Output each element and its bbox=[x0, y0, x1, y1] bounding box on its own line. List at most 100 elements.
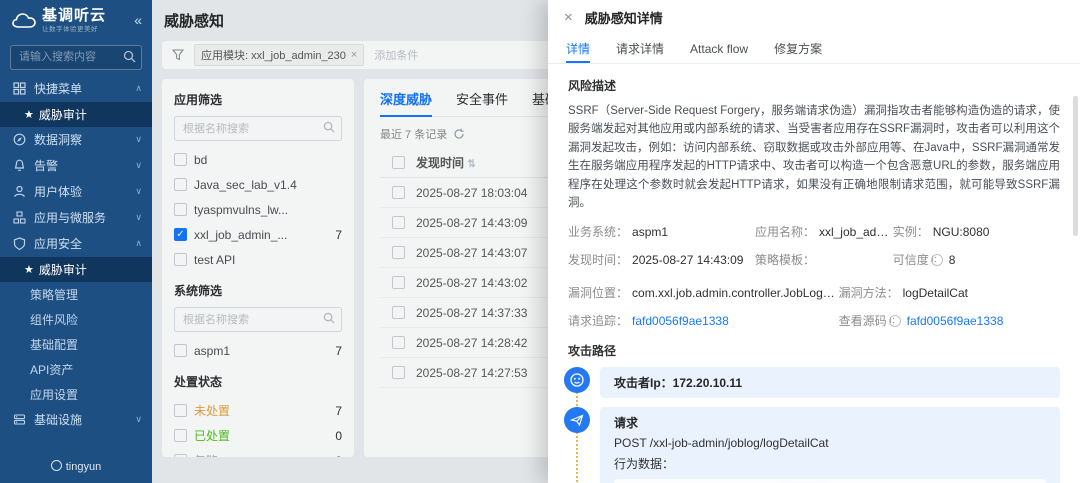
field-value: aspm1 bbox=[632, 225, 668, 239]
field-value: xxl_job_admin_230 bbox=[819, 225, 893, 239]
info-icon[interactable] bbox=[889, 315, 901, 327]
status-filter-item[interactable]: 已处置 0 bbox=[174, 423, 342, 448]
close-icon[interactable]: × bbox=[564, 9, 573, 26]
sidebar-collapse-icon[interactable]: « bbox=[134, 12, 142, 28]
behavior-code: executorAddress=http://ng████████&logId=… bbox=[614, 479, 1046, 483]
checkbox[interactable] bbox=[174, 454, 187, 457]
system-filter-item[interactable]: aspm1 7 bbox=[174, 338, 342, 363]
tingyun-logo-icon bbox=[51, 460, 62, 471]
tab-attack-flow[interactable]: Attack flow bbox=[690, 34, 748, 63]
row-checkbox[interactable] bbox=[392, 186, 405, 199]
attacker-icon bbox=[564, 367, 590, 393]
sort-icon[interactable]: ⇅ bbox=[467, 159, 475, 170]
app-filter-item-label: tyaspmvulns_lw... bbox=[194, 203, 288, 217]
status-ignored-label: 忽略 bbox=[194, 452, 218, 457]
app-filter-search bbox=[174, 116, 342, 141]
sidebar-item-api-assets[interactable]: API资产 bbox=[0, 357, 152, 382]
status-filter-item[interactable]: 未处置 7 bbox=[174, 398, 342, 423]
tab-deep-threat[interactable]: 深度威胁 bbox=[380, 89, 432, 108]
behavior-label: 行为数据： bbox=[614, 455, 1046, 472]
sidebar-item-quick-menu[interactable]: 快捷菜单 ∧ bbox=[0, 76, 152, 102]
tab-fix-plan[interactable]: 修复方案 bbox=[774, 34, 822, 63]
funnel-icon bbox=[172, 49, 184, 61]
sidebar-item-label: 数据洞察 bbox=[34, 131, 82, 148]
checkbox-checked[interactable]: ✓ bbox=[174, 228, 187, 241]
drawer-title: 威胁感知详情 bbox=[585, 8, 663, 27]
checkbox[interactable] bbox=[174, 178, 187, 191]
sidebar-item-label: 用户体验 bbox=[34, 183, 82, 200]
field-value: 8 bbox=[949, 253, 956, 267]
sidebar-item-component-risk[interactable]: 组件风险 bbox=[0, 307, 152, 332]
select-all-checkbox[interactable] bbox=[392, 156, 405, 169]
request-trace-link[interactable]: fafd0056f9ae1338 bbox=[632, 314, 729, 328]
system-filter-item-label: aspm1 bbox=[194, 344, 230, 358]
app-root: 基调听云 让数字体验更美好 « 快捷菜单 ∧ ★ 威胁审计 数据洞察 bbox=[0, 0, 1080, 483]
sidebar-item-policy-mgmt[interactable]: 策略管理 bbox=[0, 282, 152, 307]
app-filter-search-input[interactable] bbox=[174, 116, 342, 141]
sidebar-item-base-config[interactable]: 基础配置 bbox=[0, 332, 152, 357]
checkbox[interactable] bbox=[174, 404, 187, 417]
field-label: 漏洞方法： bbox=[839, 284, 899, 301]
remove-filter-icon[interactable]: × bbox=[351, 49, 357, 61]
field-label: 请求追踪： bbox=[568, 312, 628, 329]
sidebar-subitem-label: 组件风险 bbox=[30, 311, 78, 328]
attack-path-title: 攻击路径 bbox=[568, 342, 1060, 359]
sidebar-item-label: 告警 bbox=[34, 157, 58, 174]
status-handled-label: 已处置 bbox=[194, 427, 230, 444]
sidebar-item-label: 应用与微服务 bbox=[34, 209, 106, 226]
system-filter-title: 系统筛选 bbox=[174, 282, 342, 299]
sidebar-item-user-experience[interactable]: 用户体验 ∨ bbox=[0, 179, 152, 205]
sidebar-item-label: 快捷菜单 bbox=[34, 80, 82, 97]
row-checkbox[interactable] bbox=[392, 246, 405, 259]
info-icon[interactable] bbox=[931, 254, 943, 266]
app-filter-item[interactable]: test API bbox=[174, 247, 342, 272]
attack-path-timeline: 攻击者Ip：172.20.10.11 请求 POST /xxl-job-admi… bbox=[564, 367, 1060, 483]
app-filter-item[interactable]: bd bbox=[174, 147, 342, 172]
sidebar-item-app-security[interactable]: 应用安全 ∧ bbox=[0, 231, 152, 257]
sidebar-footer: tingyun bbox=[0, 452, 152, 483]
row-checkbox[interactable] bbox=[392, 216, 405, 229]
logo-text: 基调听云 让数字体验更美好 bbox=[42, 8, 106, 33]
sidebar-item-data-insight[interactable]: 数据洞察 ∨ bbox=[0, 127, 152, 153]
search-icon bbox=[323, 312, 335, 324]
add-condition-button[interactable]: 添加条件 bbox=[374, 47, 418, 63]
chevron-down-icon: ∨ bbox=[135, 160, 142, 171]
sidebar-item-alerts[interactable]: 告警 ∨ bbox=[0, 153, 152, 179]
app-filter-item-selected[interactable]: ✓ xxl_job_admin_... 7 bbox=[174, 222, 342, 247]
app-filter-item[interactable]: Java_sec_lab_v1.4 bbox=[174, 172, 342, 197]
row-checkbox[interactable] bbox=[392, 366, 405, 379]
timeline-request: 请求 POST /xxl-job-admin/joblog/logDetailC… bbox=[564, 407, 1060, 483]
sidebar-item-infrastructure[interactable]: 基础设施 ∨ bbox=[0, 407, 152, 433]
footer-brand: tingyun bbox=[66, 461, 101, 473]
sidebar-item-app-microservices[interactable]: 应用与微服务 ∨ bbox=[0, 205, 152, 231]
grid-icon bbox=[12, 82, 27, 95]
chevron-down-icon: ∨ bbox=[135, 186, 142, 197]
checkbox[interactable] bbox=[174, 253, 187, 266]
timeline-attacker: 攻击者Ip：172.20.10.11 bbox=[564, 367, 1060, 398]
app-filter-item[interactable]: tyaspmvulns_lw... bbox=[174, 197, 342, 222]
tab-detail[interactable]: 详情 bbox=[566, 34, 590, 63]
tab-request-detail[interactable]: 请求详情 bbox=[616, 34, 664, 63]
checkbox[interactable] bbox=[174, 203, 187, 216]
refresh-icon[interactable] bbox=[453, 128, 465, 140]
filter-tag[interactable]: 应用模块: xxl_job_admin_230 × bbox=[194, 44, 364, 66]
checkbox[interactable] bbox=[174, 344, 187, 357]
scrollbar-thumb[interactable] bbox=[1073, 96, 1078, 236]
view-source-link[interactable]: fafd0056f9ae1338 bbox=[907, 314, 1004, 328]
tab-security-events[interactable]: 安全事件 bbox=[456, 89, 508, 108]
row-checkbox[interactable] bbox=[392, 306, 405, 319]
row-checkbox[interactable] bbox=[392, 276, 405, 289]
sidebar-menu: 快捷菜单 ∧ ★ 威胁审计 数据洞察 ∨ 告警 ∨ 用户体验 ∨ bbox=[0, 76, 152, 452]
row-checkbox[interactable] bbox=[392, 336, 405, 349]
app-filter-title: 应用筛选 bbox=[174, 91, 342, 108]
sidebar-subitem-label: 威胁审计 bbox=[39, 261, 87, 278]
request-line: POST /xxl-job-admin/joblog/logDetailCat bbox=[614, 436, 1046, 450]
checkbox[interactable] bbox=[174, 429, 187, 442]
checkbox[interactable] bbox=[174, 153, 187, 166]
status-filter-item[interactable]: 忽略 0 bbox=[174, 448, 342, 457]
sidebar-item-threat-audit-quick[interactable]: ★ 威胁审计 bbox=[0, 102, 152, 127]
system-filter-search-input[interactable] bbox=[174, 307, 342, 332]
sidebar-item-app-settings[interactable]: 应用设置 bbox=[0, 382, 152, 407]
sidebar-item-threat-audit[interactable]: ★ 威胁审计 bbox=[0, 257, 152, 282]
field-label: 实例： bbox=[893, 223, 929, 240]
